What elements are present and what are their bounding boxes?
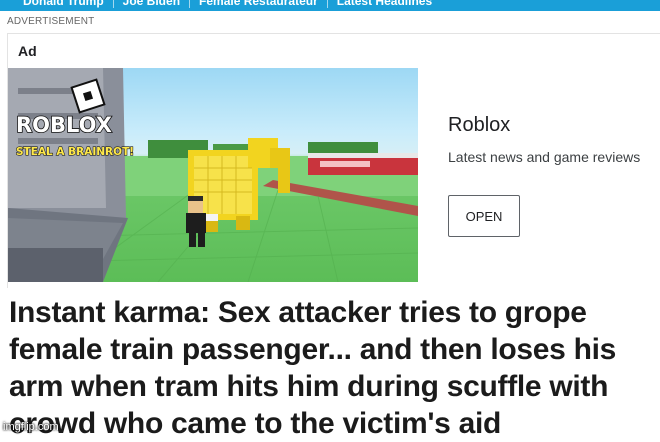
top-navigation-bar: Donald Trump Joe Biden Female Restaurate… — [0, 0, 660, 11]
ad-image[interactable]: ROBLOX STEAL A BRAINROT! — [8, 68, 418, 282]
ad-unit[interactable]: Ad ROBLOX STEAL A BRAINROT! Roblox Lates… — [7, 33, 660, 288]
nav-item-joe-biden[interactable]: Joe Biden — [114, 0, 191, 8]
game-title-text: STEAL A BRAINROT! — [16, 146, 134, 158]
imgflip-watermark: imgflip.com — [3, 421, 59, 433]
left-building — [8, 68, 128, 282]
article-headline[interactable]: Instant karma: Sex attacker tries to gro… — [9, 294, 654, 442]
nav-item-female-restaurateur[interactable]: Female Restaurateur — [190, 0, 328, 8]
open-button[interactable]: OPEN — [448, 195, 520, 237]
ad-description: Latest news and game reviews — [448, 149, 641, 165]
roblox-game-scene: ROBLOX STEAL A BRAINROT! — [8, 68, 418, 282]
nav-links: Donald Trump Joe Biden Female Restaurate… — [14, 0, 441, 8]
advertisement-label: ADVERTISEMENT — [7, 16, 95, 27]
nav-item-latest-headlines[interactable]: Latest Headlines — [328, 0, 441, 8]
roblox-logo-text: ROBLOX — [16, 113, 112, 137]
red-arena-wall — [308, 153, 418, 175]
ad-tag: Ad — [18, 43, 37, 59]
advertiser-name[interactable]: Roblox — [448, 114, 510, 137]
nav-item-donald-trump[interactable]: Donald Trump — [14, 0, 114, 8]
